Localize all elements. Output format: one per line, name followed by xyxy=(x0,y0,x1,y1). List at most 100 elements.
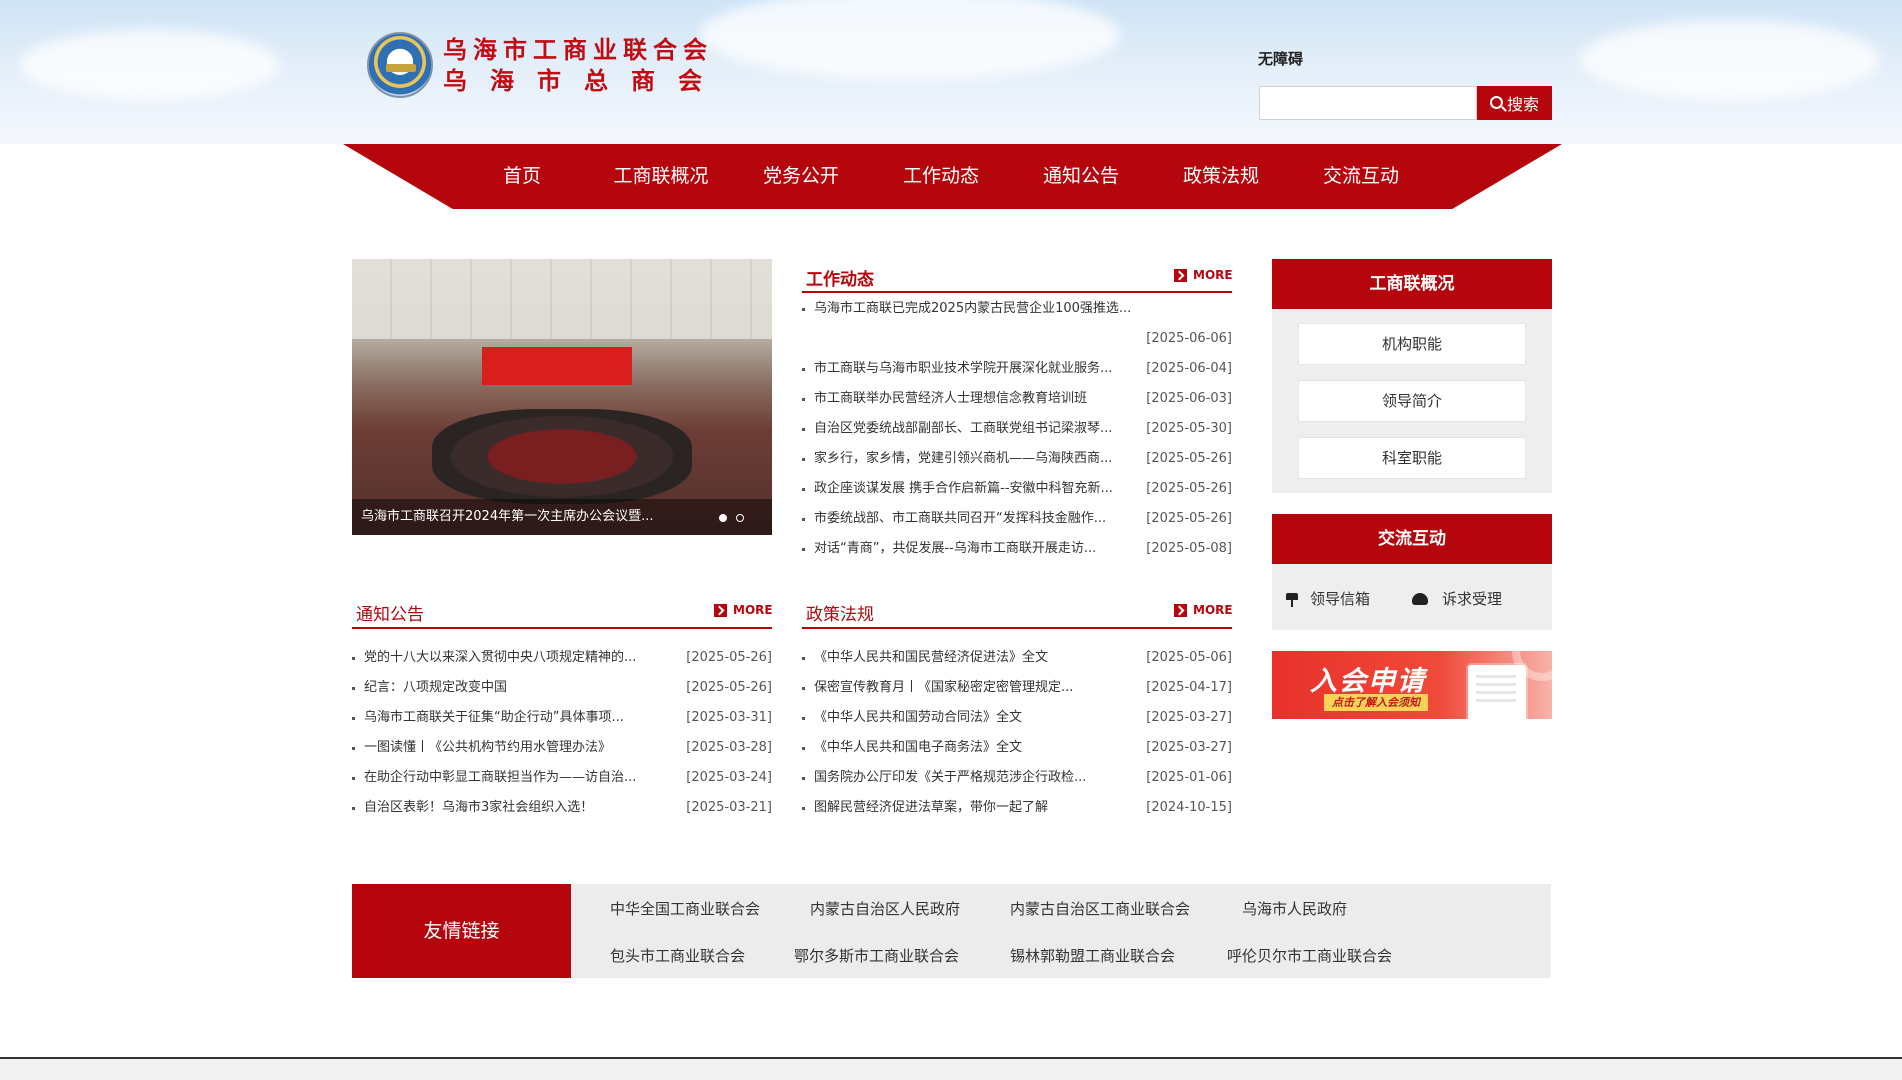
news-title[interactable]: 乌海市工商联已完成2025内蒙古民营企业100强推选... xyxy=(814,299,1194,319)
appeal-link[interactable]: 诉求受理 xyxy=(1412,588,1502,609)
slide-caption[interactable]: 乌海市工商联召开2024年第一次主席办公会议暨... xyxy=(352,499,772,535)
bullet-icon xyxy=(352,747,355,750)
nav-item-work-news[interactable]: 工作动态 xyxy=(881,144,1001,209)
site-logo[interactable]: 乌海市工商业联合会 乌海市总商会 xyxy=(367,32,725,98)
news-title[interactable]: 对话“青商”，共促发展--乌海市工商联开展走访... xyxy=(814,539,1144,559)
notice-title[interactable]: 乌海市工商联关于征集“助企行动”具体事项... xyxy=(364,708,684,728)
nav-item-party-affairs[interactable]: 党务公开 xyxy=(741,144,861,209)
news-title[interactable]: 市委统战部、市工商联共同召开“发挥科技金融作... xyxy=(814,509,1144,529)
list-item[interactable]: 政企座谈谋发展 携手合作启新篇--安徽中科智充新... [2025-05-26] xyxy=(802,479,1232,499)
notice-title[interactable]: 在助企行动中彰显工商联担当作为——访自治... xyxy=(364,768,684,788)
bullet-icon xyxy=(802,747,805,750)
slider-dot[interactable] xyxy=(736,514,744,522)
news-title[interactable]: 自治区党委统战部副部长、工商联党组书记梁淑琴... xyxy=(814,419,1144,439)
bullet-icon xyxy=(352,657,355,660)
policy-date: [2024-10-15] xyxy=(1146,800,1232,815)
overview-panel-title: 工商联概况 xyxy=(1272,259,1552,309)
list-item[interactable]: 市工商联与乌海市职业技术学院开展深化就业服务... [2025-06-04] xyxy=(802,359,1232,379)
news-date: [2025-05-26] xyxy=(1146,481,1232,496)
friend-link[interactable]: 呼伦贝尔市工商业联合会 xyxy=(1227,945,1392,966)
nav-item-interaction[interactable]: 交流互动 xyxy=(1301,144,1421,209)
policy-title[interactable]: 图解民营经济促进法草案，带你一起了解 xyxy=(814,798,1144,818)
list-item[interactable]: 保密宣传教育月丨《国家秘密定密管理规定... [2025-04-17] xyxy=(802,678,1232,698)
list-item[interactable]: 图解民营经济促进法草案，带你一起了解 [2024-10-15] xyxy=(802,798,1232,818)
list-item[interactable]: 家乡行，家乡情，党建引领兴商机——乌海陕西商... [2025-05-26] xyxy=(802,449,1232,469)
list-item[interactable]: 市工商联举办民营经济人士理想信念教育培训班 [2025-06-03] xyxy=(802,389,1232,409)
list-item[interactable]: 乌海市工商联关于征集“助企行动”具体事项... [2025-03-31] xyxy=(352,708,772,728)
policy-title[interactable]: 保密宣传教育月丨《国家秘密定密管理规定... xyxy=(814,678,1144,698)
list-item[interactable]: 自治区表彰！乌海市3家社会组织入选！ [2025-03-21] xyxy=(352,798,772,818)
bullet-icon xyxy=(802,657,805,660)
bullet-icon xyxy=(352,807,355,810)
notices-title: 通知公告 xyxy=(356,605,424,625)
friend-link[interactable]: 内蒙古自治区工商业联合会 xyxy=(1010,898,1190,919)
nav-item-overview[interactable]: 工商联概况 xyxy=(601,144,721,209)
policy-title[interactable]: 《中华人民共和国电子商务法》全文 xyxy=(814,738,1144,758)
accessibility-link[interactable]: 无障碍 xyxy=(1258,48,1303,69)
list-item[interactable]: 乌海市工商联已完成2025内蒙古民营企业100强推选... xyxy=(802,299,1232,319)
sky-cloud-decoration xyxy=(700,0,1120,80)
list-item[interactable]: 对话“青商”，共促发展--乌海市工商联开展走访... [2025-05-08] xyxy=(802,539,1232,559)
friend-link[interactable]: 中华全国工商业联合会 xyxy=(610,898,760,919)
list-item[interactable]: 纪言：八项规定改变中国 [2025-05-26] xyxy=(352,678,772,698)
search-button-label: 搜索 xyxy=(1506,95,1539,114)
list-item[interactable]: 党的十八大以来深入贯彻中央八项规定精神的... [2025-05-26] xyxy=(352,648,772,668)
overview-link-leaders[interactable]: 领导简介 xyxy=(1298,380,1526,422)
list-item[interactable]: 自治区党委统战部副部长、工商联党组书记梁淑琴... [2025-05-30] xyxy=(802,419,1232,439)
policy-title[interactable]: 《中华人民共和国民营经济促进法》全文 xyxy=(814,648,1144,668)
policy-title[interactable]: 《中华人民共和国劳动合同法》全文 xyxy=(814,708,1144,728)
list-item[interactable]: 在助企行动中彰显工商联担当作为——访自治... [2025-03-24] xyxy=(352,768,772,788)
news-title[interactable]: 家乡行，家乡情，党建引领兴商机——乌海陕西商... xyxy=(814,449,1144,469)
notice-title[interactable]: 一图读懂丨《公共机构节约用水管理办法》 xyxy=(364,738,684,758)
interaction-panel-title: 交流互动 xyxy=(1272,514,1552,564)
appeal-label: 诉求受理 xyxy=(1442,590,1503,608)
friend-link[interactable]: 鄂尔多斯市工商业联合会 xyxy=(794,945,959,966)
list-item[interactable]: 《中华人民共和国劳动合同法》全文 [2025-03-27] xyxy=(802,708,1232,728)
search-button[interactable]: 搜索 xyxy=(1477,86,1552,120)
overview-link-departments[interactable]: 科室职能 xyxy=(1298,437,1526,479)
notice-title[interactable]: 自治区表彰！乌海市3家社会组织入选！ xyxy=(364,798,684,818)
policy-title[interactable]: 国务院办公厅印发《关于严格规范涉企行政检... xyxy=(814,768,1144,788)
arrow-right-icon xyxy=(714,603,727,617)
friend-link[interactable]: 内蒙古自治区人民政府 xyxy=(810,898,960,919)
section-underline xyxy=(802,291,1232,293)
list-item[interactable]: 市委统战部、市工商联共同召开“发挥科技金融作... [2025-05-26] xyxy=(802,509,1232,529)
notices-more-link[interactable]: MORE xyxy=(714,603,773,617)
news-title[interactable]: 市工商联与乌海市职业技术学院开展深化就业服务... xyxy=(814,359,1144,379)
more-label: MORE xyxy=(1193,268,1233,282)
nav-item-notices[interactable]: 通知公告 xyxy=(1021,144,1141,209)
list-item[interactable]: 国务院办公厅印发《关于严格规范涉企行政检... [2025-01-06] xyxy=(802,768,1232,788)
notice-title[interactable]: 党的十八大以来深入贯彻中央八项规定精神的... xyxy=(364,648,684,668)
nav-item-policies[interactable]: 政策法规 xyxy=(1161,144,1281,209)
friend-link[interactable]: 乌海市人民政府 xyxy=(1242,898,1347,919)
list-item-date-row: [2025-06-06] xyxy=(802,329,1232,349)
notice-date: [2025-05-26] xyxy=(686,650,772,665)
list-item[interactable]: 《中华人民共和国电子商务法》全文 [2025-03-27] xyxy=(802,738,1232,758)
leader-mailbox-link[interactable]: 领导信箱 xyxy=(1284,588,1370,609)
overview-link-functions[interactable]: 机构职能 xyxy=(1298,323,1526,365)
interaction-panel: 领导信箱 诉求受理 xyxy=(1272,564,1552,630)
slider-dot-active[interactable] xyxy=(719,514,727,522)
news-photo-slider[interactable]: 乌海市工商联召开2024年第一次主席办公会议暨... xyxy=(352,259,772,535)
notice-title[interactable]: 纪言：八项规定改变中国 xyxy=(364,678,684,698)
work-news-more-link[interactable]: MORE xyxy=(1174,268,1233,282)
news-title[interactable]: 政企座谈谋发展 携手合作启新篇--安徽中科智充新... xyxy=(814,479,1144,499)
search-input[interactable] xyxy=(1259,86,1477,120)
policy-date: [2025-04-17] xyxy=(1146,680,1232,695)
join-banner-title: 入会申请 xyxy=(1310,666,1426,697)
join-application-banner[interactable]: 入会申请 点击了解入会须知 xyxy=(1272,651,1552,719)
list-item[interactable]: 一图读懂丨《公共机构节约用水管理办法》 [2025-03-28] xyxy=(352,738,772,758)
notice-date: [2025-05-26] xyxy=(686,680,772,695)
bullet-icon xyxy=(802,488,805,491)
list-item[interactable]: 《中华人民共和国民营经济促进法》全文 [2025-05-06] xyxy=(802,648,1232,668)
notice-date: [2025-03-31] xyxy=(686,710,772,725)
friend-links-label: 友情链接 xyxy=(352,884,571,978)
nav-item-home[interactable]: 首页 xyxy=(462,144,582,209)
notice-date: [2025-03-21] xyxy=(686,800,772,815)
friend-link[interactable]: 锡林郭勒盟工商业联合会 xyxy=(1010,945,1175,966)
federation-emblem-icon xyxy=(367,32,433,98)
news-date: [2025-06-06] xyxy=(1146,331,1232,346)
policies-more-link[interactable]: MORE xyxy=(1174,603,1233,617)
news-title[interactable]: 市工商联举办民营经济人士理想信念教育培训班 xyxy=(814,389,1144,409)
friend-link[interactable]: 包头市工商业联合会 xyxy=(610,945,745,966)
